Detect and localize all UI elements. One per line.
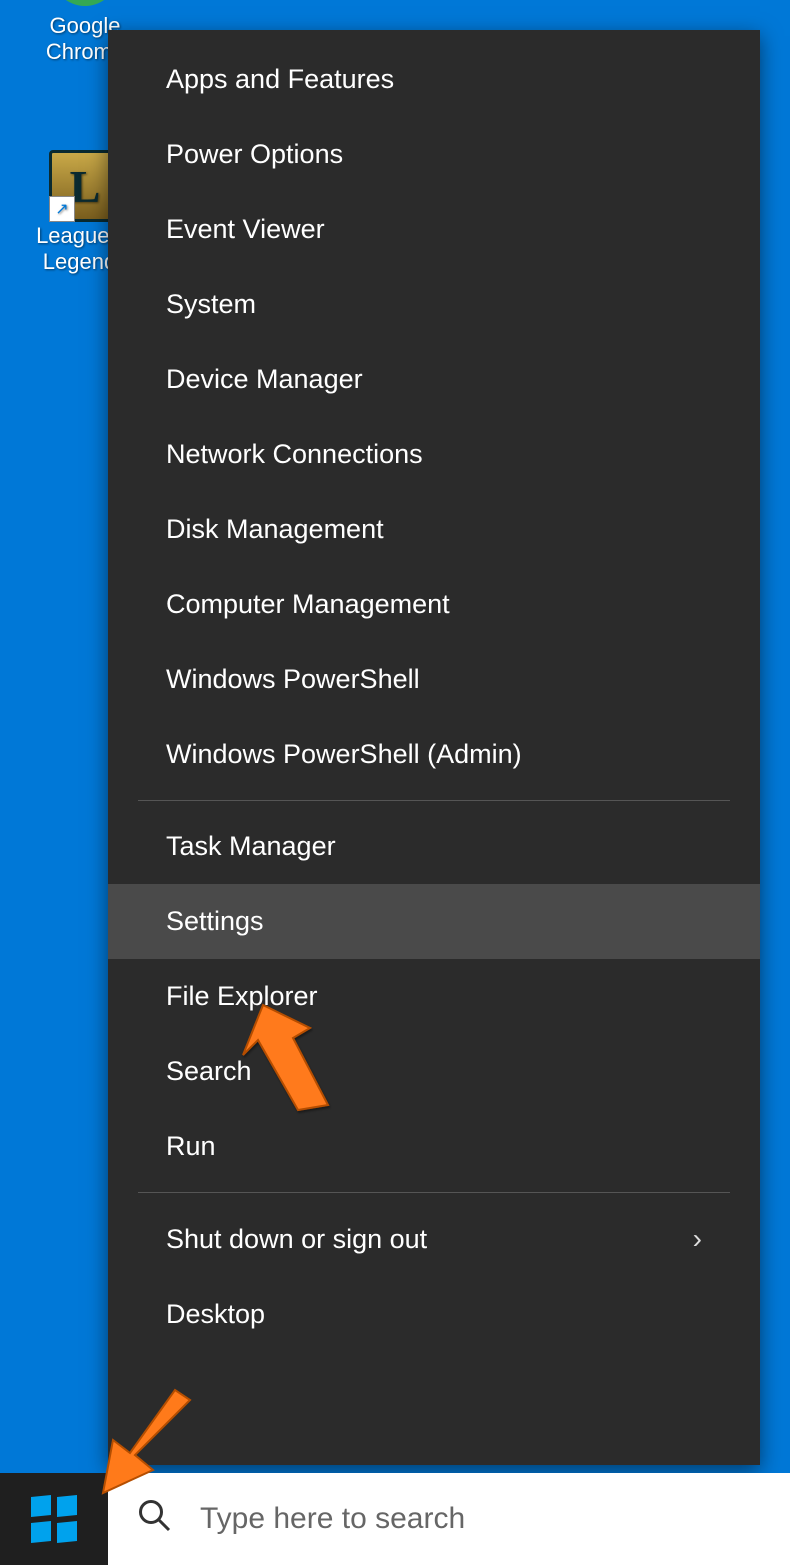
winx-item-network-connections[interactable]: Network Connections: [108, 417, 760, 492]
windows-logo-icon: [31, 1496, 77, 1542]
winx-item-system[interactable]: System: [108, 267, 760, 342]
start-button[interactable]: [0, 1473, 108, 1565]
taskbar: [0, 1473, 790, 1565]
taskbar-search[interactable]: [108, 1473, 790, 1565]
winx-item-label: Windows PowerShell: [166, 664, 420, 695]
shortcut-arrow-icon: ↗: [49, 196, 75, 222]
winx-item-task-manager[interactable]: Task Manager: [108, 809, 760, 884]
winx-item-label: Windows PowerShell (Admin): [166, 739, 522, 770]
winx-item-label: System: [166, 289, 256, 320]
winx-item-disk-management[interactable]: Disk Management: [108, 492, 760, 567]
winx-item-label: Device Manager: [166, 364, 363, 395]
winx-context-menu: Apps and Features Power Options Event View…: [108, 30, 760, 1465]
winx-item-computer-management[interactable]: Computer Management: [108, 567, 760, 642]
menu-separator: [138, 1192, 730, 1193]
menu-separator: [138, 800, 730, 801]
winx-item-apps-and-features[interactable]: Apps and Features: [108, 42, 760, 117]
winx-item-label: Desktop: [166, 1299, 265, 1330]
winx-item-label: Power Options: [166, 139, 343, 170]
winx-item-power-options[interactable]: Power Options: [108, 117, 760, 192]
winx-item-file-explorer[interactable]: File Explorer: [108, 959, 760, 1034]
chevron-right-icon: ›: [693, 1223, 702, 1255]
winx-item-label: Search: [166, 1056, 252, 1087]
winx-item-label: Settings: [166, 906, 264, 937]
winx-item-label: Shut down or sign out: [166, 1224, 427, 1255]
winx-item-settings[interactable]: Settings: [108, 884, 760, 959]
winx-item-device-manager[interactable]: Device Manager: [108, 342, 760, 417]
chrome-icon: [49, 0, 121, 12]
winx-item-label: Apps and Features: [166, 64, 394, 95]
winx-item-label: Network Connections: [166, 439, 423, 470]
winx-item-desktop[interactable]: Desktop: [108, 1277, 760, 1352]
winx-item-label: Computer Management: [166, 589, 450, 620]
winx-item-label: Disk Management: [166, 514, 384, 545]
winx-item-shut-down-or-sign-out[interactable]: Shut down or sign out ›: [108, 1201, 760, 1277]
winx-item-search[interactable]: Search: [108, 1034, 760, 1109]
winx-item-label: Event Viewer: [166, 214, 325, 245]
search-input[interactable]: [200, 1502, 762, 1536]
winx-item-label: File Explorer: [166, 981, 318, 1012]
winx-item-event-viewer[interactable]: Event Viewer: [108, 192, 760, 267]
winx-item-label: Run: [166, 1131, 216, 1162]
winx-item-label: Task Manager: [166, 831, 336, 862]
search-icon: [136, 1497, 172, 1541]
winx-item-windows-powershell[interactable]: Windows PowerShell: [108, 642, 760, 717]
winx-item-run[interactable]: Run: [108, 1109, 760, 1184]
winx-item-windows-powershell-admin[interactable]: Windows PowerShell (Admin): [108, 717, 760, 792]
